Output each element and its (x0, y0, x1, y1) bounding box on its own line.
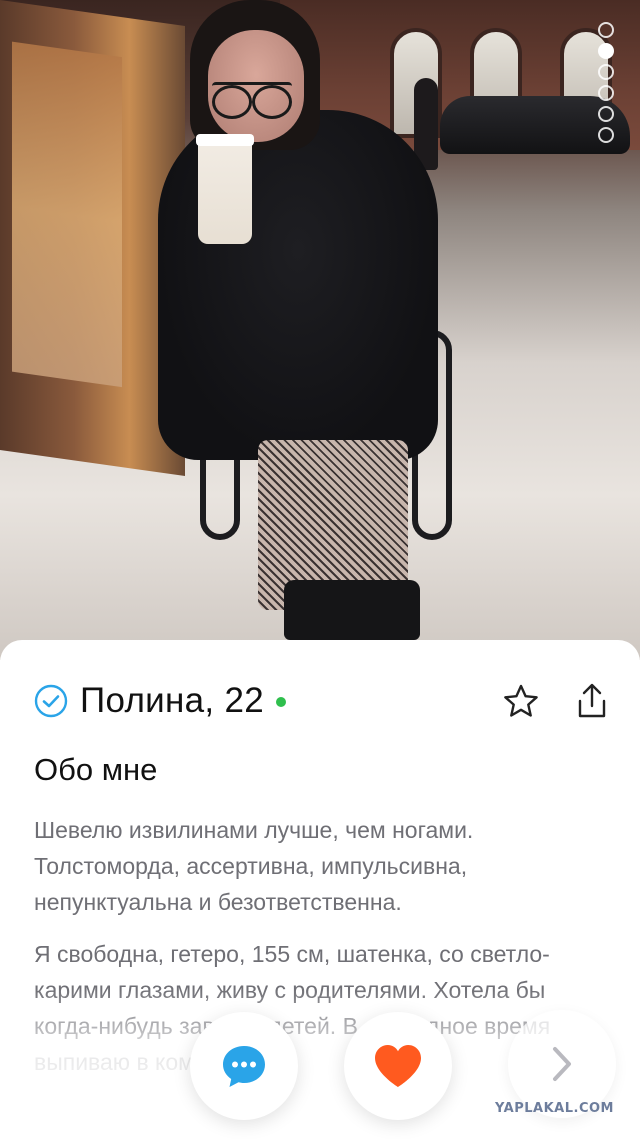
story-dot[interactable] (598, 127, 614, 143)
story-dot[interactable] (598, 85, 614, 101)
profile-name-age: Полина, 22 (80, 681, 264, 720)
story-dot[interactable] (598, 22, 614, 38)
coffee-cup (196, 134, 254, 244)
share-icon[interactable] (574, 682, 610, 720)
like-button[interactable] (344, 1012, 452, 1120)
profile-header: Полина, 22 (34, 676, 610, 726)
person-glasses (212, 82, 292, 119)
profile-photo[interactable] (0, 0, 640, 660)
story-dot[interactable] (598, 106, 614, 122)
heart-icon (375, 1045, 421, 1087)
person-boots (284, 580, 420, 640)
verified-check-icon (34, 684, 68, 718)
chevron-right-icon (553, 1047, 571, 1081)
chat-button[interactable] (190, 1012, 298, 1120)
about-title: Обо мне (34, 752, 158, 787)
story-dot-active[interactable] (598, 43, 614, 59)
watermark-text: YAPLAKAL.COM (495, 1101, 614, 1116)
online-status-dot (276, 697, 286, 707)
story-dot[interactable] (598, 64, 614, 80)
story-indicators (598, 22, 614, 143)
chat-bubble-icon (223, 1046, 265, 1087)
star-icon[interactable] (502, 683, 540, 719)
bio-paragraph: Шевелю извилинами лучше, чем ногами. Тол… (34, 817, 474, 915)
